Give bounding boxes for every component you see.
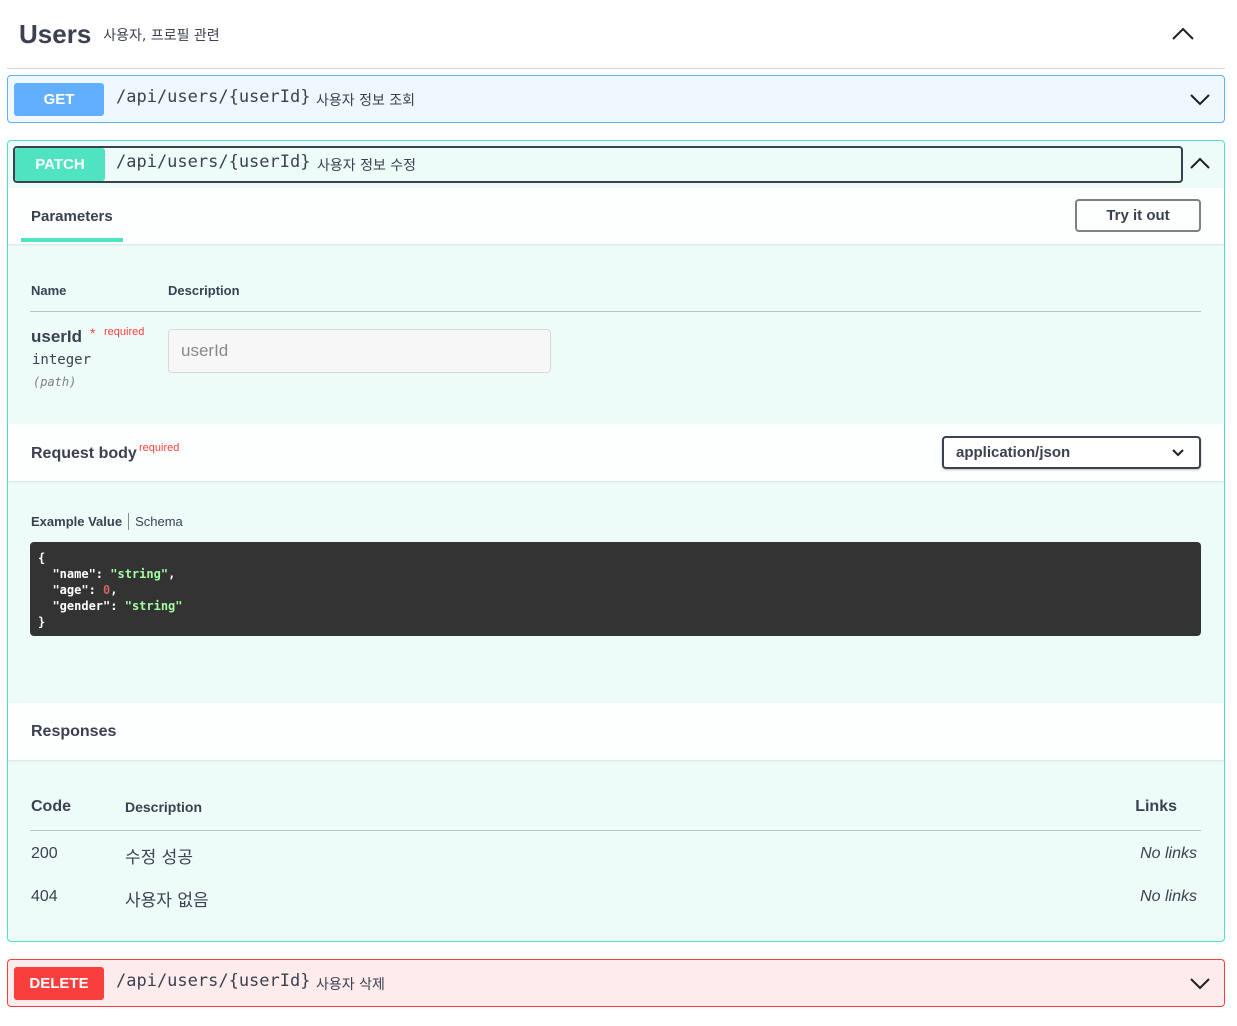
- column-header-name: Name: [31, 283, 67, 298]
- responses-title: Responses: [31, 723, 117, 740]
- example-value-code: { "name": "string", "age": 0, "gender": …: [30, 542, 1201, 636]
- tab-separator: [128, 513, 130, 530]
- example-schema-tabs: Example Value Schema: [31, 513, 183, 530]
- opblock-patch-user: PATCH /api/users/{userId} 사용자 정보 수정 Para…: [7, 140, 1225, 942]
- request-body-section-header: Request body required application/json: [8, 424, 1224, 481]
- chevron-down-icon: [1172, 449, 1184, 457]
- column-header-description: Description: [125, 799, 203, 815]
- chevron-up-icon[interactable]: [1188, 152, 1212, 176]
- response-code: 200: [31, 845, 58, 862]
- method-badge-delete: DELETE: [14, 967, 104, 1000]
- example-age-value: 0: [103, 583, 111, 597]
- parameter-name: userId: [31, 327, 83, 346]
- parameter-type: integer: [32, 352, 92, 368]
- divider: [30, 311, 1201, 312]
- chevron-up-icon[interactable]: [1169, 20, 1197, 48]
- tab-parameters[interactable]: Parameters: [31, 208, 113, 225]
- response-description: 사용자 없음: [125, 891, 209, 911]
- response-links: No links: [1140, 888, 1197, 905]
- operation-summary: 사용자 정보 수정: [317, 158, 417, 174]
- tag-header-users[interactable]: Users 사용자, 프로필 관련: [7, 0, 1225, 69]
- response-description: 수정 성공: [125, 848, 193, 868]
- parameters-section-header: Parameters Try it out: [8, 188, 1224, 244]
- content-type-value: application/json: [956, 444, 1071, 461]
- tab-example-value[interactable]: Example Value: [31, 514, 122, 529]
- column-header-links: Links: [1135, 798, 1177, 815]
- chevron-down-icon[interactable]: [1188, 971, 1212, 995]
- opblock-get-user: GET /api/users/{userId} 사용자 정보 조회: [7, 75, 1225, 123]
- response-code: 404: [31, 888, 58, 905]
- opblock-summary-patch[interactable]: PATCH /api/users/{userId} 사용자 정보 수정: [13, 146, 1183, 183]
- operation-summary: 사용자 정보 조회: [316, 93, 416, 109]
- active-tab-indicator: [21, 238, 123, 242]
- example-gender-value: "string": [124, 599, 183, 613]
- required-label: required: [139, 442, 180, 454]
- required-asterisk: *: [90, 325, 96, 341]
- responses-section-header: Responses: [8, 703, 1224, 760]
- parameter-location: (path): [33, 375, 77, 389]
- content-type-select[interactable]: application/json: [942, 436, 1201, 469]
- operation-path: /api/users/{userId}: [116, 152, 311, 172]
- tag-description: 사용자, 프로필 관련: [103, 28, 220, 44]
- column-header-code: Code: [31, 798, 71, 815]
- opblock-summary-delete[interactable]: DELETE /api/users/{userId} 사용자 삭제: [8, 960, 1224, 1006]
- method-badge-patch: PATCH: [15, 148, 105, 181]
- opblock-delete-user: DELETE /api/users/{userId} 사용자 삭제: [7, 959, 1225, 1007]
- request-body-title: Request body: [31, 445, 137, 462]
- opblock-summary-get[interactable]: GET /api/users/{userId} 사용자 정보 조회: [8, 76, 1224, 122]
- chevron-down-icon[interactable]: [1188, 87, 1212, 111]
- required-label: required: [104, 326, 145, 338]
- try-it-out-button[interactable]: Try it out: [1075, 199, 1201, 232]
- tab-schema[interactable]: Schema: [135, 514, 183, 529]
- divider: [30, 830, 1201, 831]
- userid-input[interactable]: [168, 329, 551, 373]
- column-header-description: Description: [168, 283, 240, 298]
- operation-path: /api/users/{userId}: [116, 87, 311, 107]
- response-links: No links: [1140, 845, 1197, 862]
- method-badge-get: GET: [14, 83, 104, 116]
- example-name-value: "string": [110, 567, 169, 581]
- tag-title: Users: [19, 18, 92, 49]
- operation-summary: 사용자 삭제: [316, 977, 385, 993]
- operation-path: /api/users/{userId}: [116, 971, 311, 991]
